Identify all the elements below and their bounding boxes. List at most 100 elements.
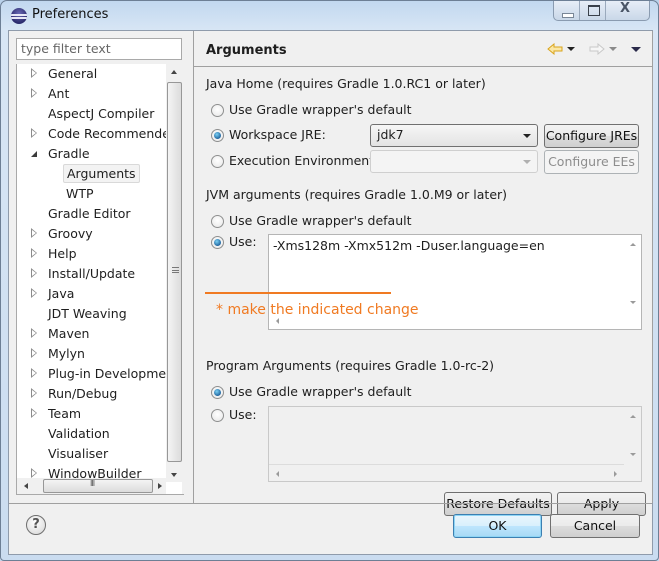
tree-item-label[interactable]: Plug-in Development bbox=[45, 365, 182, 382]
java-home-heading: Java Home (requires Gradle 1.0.RC1 or la… bbox=[206, 76, 486, 91]
scroll-down-icon[interactable] bbox=[630, 301, 636, 304]
tree-item-label[interactable]: Code Recommenders bbox=[45, 125, 182, 142]
tree-item-label[interactable]: Visualiser bbox=[45, 445, 111, 462]
view-menu-icon[interactable] bbox=[631, 47, 641, 52]
jvm-args-use-label[interactable]: Use: bbox=[229, 234, 257, 249]
jvm-args-value: -Xms128m -Xmx512m -Duser.language=en bbox=[273, 238, 545, 253]
chevron-down-icon bbox=[523, 160, 531, 164]
expanded-triangle-icon[interactable] bbox=[31, 151, 37, 157]
tree-border bbox=[16, 494, 184, 495]
program-args-vscrollbar[interactable] bbox=[624, 407, 641, 464]
workspace-jre-label[interactable]: Workspace JRE: bbox=[229, 127, 326, 142]
collapsed-triangle-icon[interactable] bbox=[31, 268, 37, 278]
grip-icon bbox=[172, 267, 179, 273]
tree-item-label[interactable]: JDT Weaving bbox=[45, 305, 130, 322]
tree-item-label[interactable]: Help bbox=[45, 245, 80, 262]
scroll-left-icon[interactable] bbox=[276, 318, 279, 324]
program-args-use-label[interactable]: Use: bbox=[229, 407, 257, 422]
forward-arrow-icon[interactable] bbox=[589, 43, 605, 55]
preference-tree: General Ant AspectJ Compiler Code Recommend… bbox=[16, 64, 182, 494]
collapsed-triangle-icon[interactable] bbox=[31, 228, 37, 238]
scroll-right-icon[interactable] bbox=[158, 483, 162, 489]
scroll-down-icon[interactable] bbox=[171, 473, 177, 477]
tree-item-label[interactable]: General bbox=[45, 65, 100, 82]
program-args-hscrollbar[interactable] bbox=[269, 464, 624, 481]
minimize-button[interactable] bbox=[554, 1, 580, 20]
jvm-args-heading: JVM arguments (requires Gradle 1.0.M9 or… bbox=[206, 187, 508, 202]
program-args-default-radio[interactable] bbox=[211, 386, 224, 399]
window-title: Preferences bbox=[32, 7, 109, 22]
help-icon[interactable]: ? bbox=[26, 515, 46, 535]
annotation-underline bbox=[205, 292, 391, 294]
tree-hscroll-thumb[interactable] bbox=[43, 479, 153, 493]
tree-item-label[interactable]: Arguments bbox=[63, 164, 140, 183]
tree-item-label[interactable]: Mylyn bbox=[45, 345, 88, 362]
maximize-button[interactable] bbox=[580, 1, 606, 20]
jvm-args-vscrollbar[interactable] bbox=[624, 235, 641, 312]
tree-item-label[interactable]: Install/Update bbox=[45, 265, 138, 282]
tree-item-label[interactable]: Groovy bbox=[45, 225, 96, 242]
tree-vertical-scrollbar[interactable] bbox=[166, 64, 183, 482]
arguments-page: Java Home (requires Gradle 1.0.RC1 or la… bbox=[194, 68, 652, 516]
program-args-textarea[interactable] bbox=[268, 406, 642, 482]
scroll-left-icon[interactable] bbox=[24, 483, 28, 489]
scroll-left-icon[interactable] bbox=[276, 471, 279, 477]
scroll-down-icon[interactable] bbox=[630, 453, 636, 456]
configure-jres-button[interactable]: Configure JREs bbox=[544, 124, 639, 148]
collapsed-triangle-icon[interactable] bbox=[31, 368, 37, 378]
configure-ees-button[interactable]: Configure EEs bbox=[544, 150, 639, 174]
caption-buttons bbox=[553, 1, 650, 21]
scroll-right-icon[interactable] bbox=[614, 471, 617, 477]
page-header: Arguments bbox=[194, 31, 652, 67]
execution-env-select[interactable] bbox=[370, 150, 538, 173]
collapsed-triangle-icon[interactable] bbox=[31, 388, 37, 398]
collapsed-triangle-icon[interactable] bbox=[31, 468, 37, 478]
tree-item-label[interactable]: Ant bbox=[45, 85, 72, 102]
tree-item-label[interactable]: Gradle Editor bbox=[45, 205, 134, 222]
back-arrow-icon[interactable] bbox=[547, 43, 563, 55]
scroll-up-icon[interactable] bbox=[630, 415, 636, 418]
collapsed-triangle-icon[interactable] bbox=[31, 88, 37, 98]
tree-item-label[interactable]: WTP bbox=[63, 185, 97, 202]
forward-dropdown-icon[interactable] bbox=[609, 47, 617, 51]
jvm-args-default-radio[interactable] bbox=[211, 215, 224, 228]
collapsed-triangle-icon[interactable] bbox=[31, 288, 37, 298]
collapsed-triangle-icon[interactable] bbox=[31, 348, 37, 358]
back-dropdown-icon[interactable] bbox=[567, 47, 575, 51]
ok-button[interactable]: OK bbox=[453, 514, 542, 538]
close-button[interactable] bbox=[606, 1, 649, 20]
collapsed-triangle-icon[interactable] bbox=[31, 128, 37, 138]
program-args-default-label[interactable]: Use Gradle wrapper's default bbox=[229, 384, 412, 399]
collapsed-triangle-icon[interactable] bbox=[31, 328, 37, 338]
scroll-up-icon[interactable] bbox=[171, 70, 177, 74]
tree-item-label[interactable]: Validation bbox=[45, 425, 113, 442]
restore-defaults-button[interactable]: Restore Defaults bbox=[444, 492, 552, 516]
cancel-button[interactable]: Cancel bbox=[550, 514, 640, 538]
apply-button[interactable]: Apply bbox=[557, 492, 646, 516]
execution-env-label[interactable]: Execution Environment bbox=[229, 153, 374, 168]
program-args-use-radio[interactable] bbox=[211, 409, 224, 422]
program-args-heading: Program Arguments (requires Gradle 1.0-r… bbox=[206, 358, 495, 373]
tree-item-label[interactable]: Java bbox=[45, 285, 77, 302]
preferences-window: Preferences type filter text General Ant A… bbox=[0, 0, 659, 561]
collapsed-triangle-icon[interactable] bbox=[31, 68, 37, 78]
collapsed-triangle-icon[interactable] bbox=[31, 408, 37, 418]
tree-item-label[interactable]: Run/Debug bbox=[45, 385, 120, 402]
jvm-args-default-label[interactable]: Use Gradle wrapper's default bbox=[229, 213, 412, 228]
page-title: Arguments bbox=[206, 43, 287, 58]
tree-horizontal-scrollbar[interactable] bbox=[16, 478, 166, 494]
tree-vscroll-thumb[interactable] bbox=[167, 82, 182, 462]
tree-item-label[interactable]: Maven bbox=[45, 325, 92, 342]
collapsed-triangle-icon[interactable] bbox=[31, 248, 37, 258]
scroll-up-icon[interactable] bbox=[630, 243, 636, 246]
execution-env-radio[interactable] bbox=[211, 155, 224, 168]
workspace-jre-radio[interactable] bbox=[211, 129, 224, 142]
java-home-default-radio[interactable] bbox=[211, 104, 224, 117]
tree-item-label[interactable]: Team bbox=[45, 405, 84, 422]
tree-item-label[interactable]: Gradle bbox=[45, 145, 93, 162]
workspace-jre-select[interactable]: jdk7 bbox=[370, 124, 538, 147]
jvm-args-use-radio[interactable] bbox=[211, 236, 224, 249]
filter-input[interactable]: type filter text bbox=[16, 38, 182, 60]
java-home-default-label[interactable]: Use Gradle wrapper's default bbox=[229, 102, 412, 117]
tree-item-label[interactable]: AspectJ Compiler bbox=[45, 105, 157, 122]
